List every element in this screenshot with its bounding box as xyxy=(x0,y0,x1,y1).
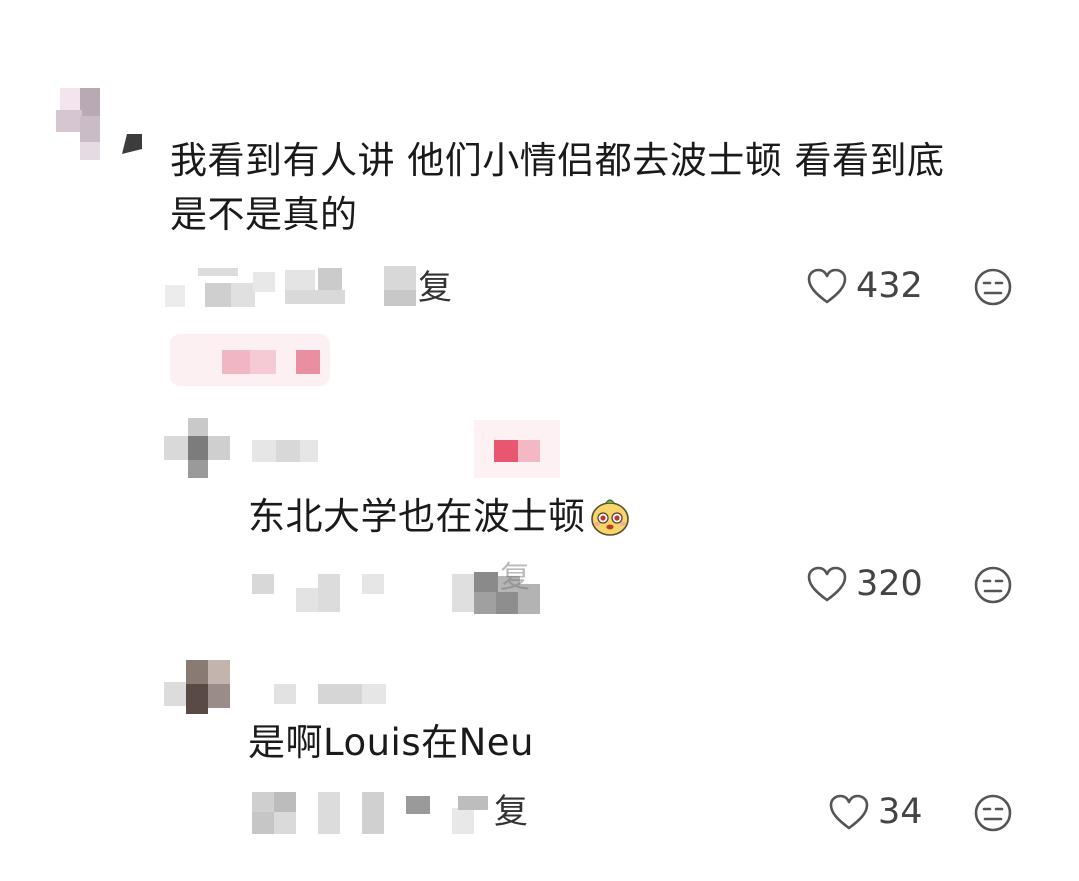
like-button[interactable]: 432 xyxy=(806,266,923,306)
reply-button[interactable]: 复 xyxy=(494,792,528,832)
dislike-face-icon[interactable] xyxy=(973,267,1013,307)
comment-text: 我看到有人讲 他们小情侣都去波士顿 看看到底 是不是真的 xyxy=(170,136,1050,240)
like-count: 432 xyxy=(856,266,923,306)
like-count: 34 xyxy=(878,792,923,832)
reply-button[interactable]: 复 xyxy=(500,558,530,598)
reply-button[interactable]: 复 xyxy=(418,268,452,308)
avatar-3[interactable] xyxy=(164,660,234,716)
like-count: 320 xyxy=(856,564,923,604)
comment-text: 东北大学也在波士顿 xyxy=(248,492,632,542)
comment-text-line: 是不是真的 xyxy=(170,193,358,236)
avatar-1[interactable] xyxy=(52,86,148,166)
comment-thread: 我看到有人讲 他们小情侣都去波士顿 看看到底 是不是真的 复 432 东北大学也… xyxy=(0,0,1079,881)
like-button[interactable]: 320 xyxy=(806,564,923,604)
heart-outline-icon xyxy=(807,566,847,602)
emoji-face-icon xyxy=(590,499,629,536)
comment-text-line: 我看到有人讲 他们小情侣都去波士顿 看看到底 xyxy=(170,139,945,182)
like-button[interactable]: 34 xyxy=(828,792,923,832)
dislike-face-icon[interactable] xyxy=(973,793,1013,833)
dislike-face-icon[interactable] xyxy=(973,565,1013,605)
heart-outline-icon xyxy=(807,268,847,304)
avatar-2[interactable] xyxy=(164,418,232,480)
comment-text: 是啊Louis在Neu xyxy=(248,721,534,764)
heart-outline-icon xyxy=(829,794,869,830)
